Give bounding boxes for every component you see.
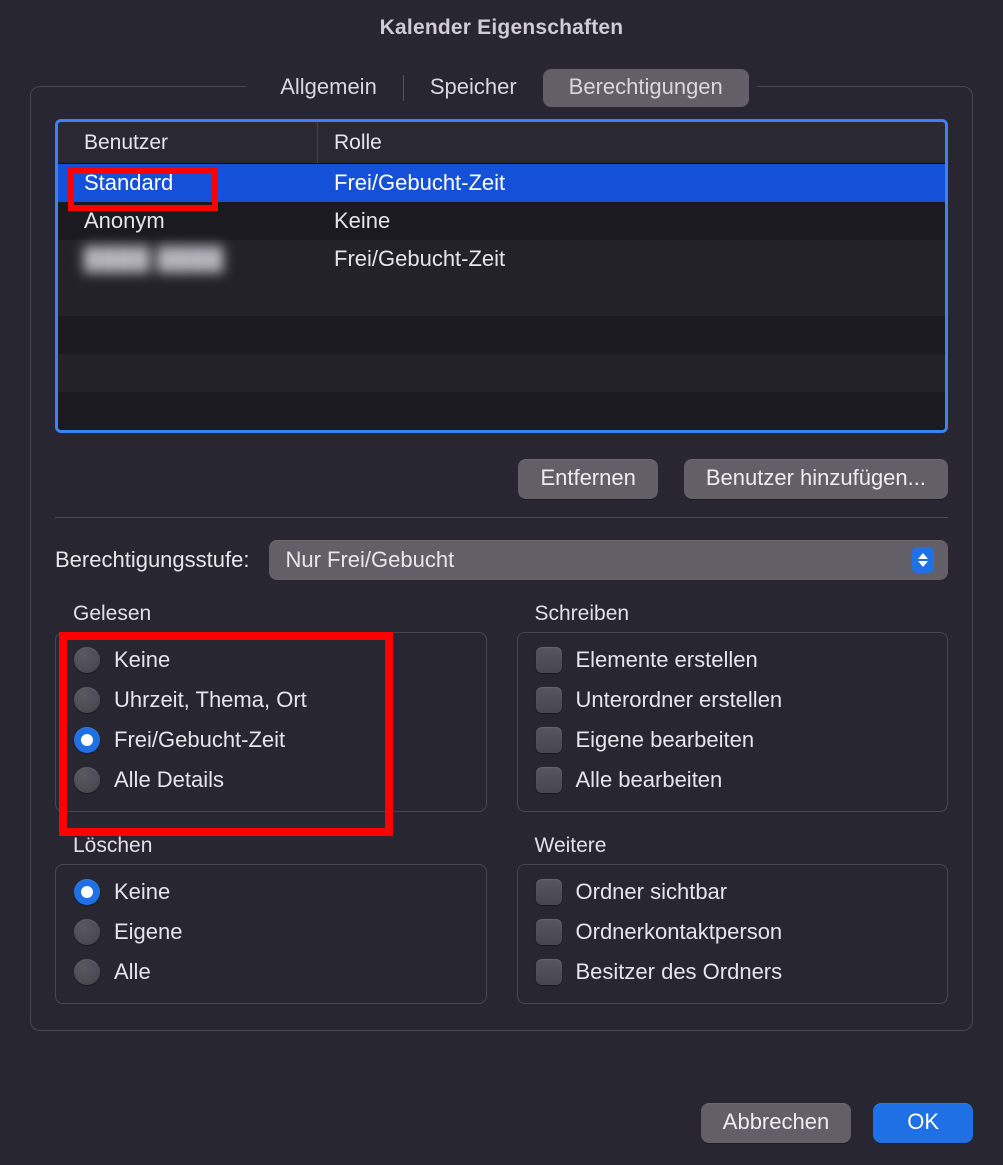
table-row[interactable] [58, 278, 945, 316]
tab-general[interactable]: Allgemein [254, 69, 403, 107]
cancel-button[interactable]: Abbrechen [701, 1103, 851, 1143]
check-create-items[interactable]: Elemente erstellen [536, 647, 932, 673]
group-other-title: Weitere [517, 834, 949, 858]
table-row[interactable]: Anonym Keine [58, 202, 945, 240]
option-label: Alle [114, 959, 151, 985]
radio-read-time-subject-location[interactable]: Uhrzeit, Thema, Ort [74, 687, 470, 713]
option-label: Elemente erstellen [576, 647, 758, 673]
check-edit-own[interactable]: Eigene bearbeiten [536, 727, 932, 753]
ok-button[interactable]: OK [873, 1103, 973, 1143]
checkbox-icon [536, 959, 562, 985]
group-read: Gelesen Keine Uhrzeit, Thema, Ort Frei/G… [55, 602, 487, 812]
table-row[interactable] [58, 354, 945, 392]
permission-level-select[interactable]: Nur Frei/Gebucht [269, 540, 948, 580]
radio-read-freebusy[interactable]: Frei/Gebucht-Zeit [74, 727, 470, 753]
group-delete: Löschen Keine Eigene Alle [55, 834, 487, 1004]
option-label: Ordner sichtbar [576, 879, 728, 905]
permission-level-value: Nur Frei/Gebucht [285, 547, 454, 573]
col-role-header: Rolle [318, 131, 945, 155]
table-row[interactable] [58, 392, 945, 430]
radio-icon [74, 647, 100, 673]
permissions-grid: Gelesen Keine Uhrzeit, Thema, Ort Frei/G… [55, 602, 948, 1004]
check-folder-owner[interactable]: Besitzer des Ordners [536, 959, 932, 985]
option-label: Eigene [114, 919, 183, 945]
checkbox-icon [536, 687, 562, 713]
option-label: Alle bearbeiten [576, 767, 723, 793]
radio-delete-none[interactable]: Keine [74, 879, 470, 905]
permission-level-row: Berechtigungsstufe: Nur Frei/Gebucht [55, 540, 948, 580]
radio-icon [74, 919, 100, 945]
remove-button[interactable]: Entfernen [518, 459, 657, 499]
chevron-up-down-icon [912, 547, 934, 573]
dialog-footer: Abbrechen OK [701, 1103, 973, 1143]
radio-read-none[interactable]: Keine [74, 647, 470, 673]
user-cell: Anonym [84, 208, 165, 233]
option-label: Alle Details [114, 767, 224, 793]
users-table[interactable]: Benutzer Rolle Standard Frei/Gebucht-Zei… [55, 119, 948, 433]
user-cell: Standard [84, 170, 173, 195]
radio-delete-all[interactable]: Alle [74, 959, 470, 985]
add-user-button[interactable]: Benutzer hinzufügen... [684, 459, 948, 499]
option-label: Unterordner erstellen [576, 687, 783, 713]
role-cell: Frei/Gebucht-Zeit [318, 170, 945, 196]
option-label: Frei/Gebucht-Zeit [114, 727, 285, 753]
group-other: Weitere Ordner sichtbar Ordnerkontaktper… [517, 834, 949, 1004]
radio-icon [74, 767, 100, 793]
check-edit-all[interactable]: Alle bearbeiten [536, 767, 932, 793]
table-row[interactable] [58, 316, 945, 354]
option-label: Uhrzeit, Thema, Ort [114, 687, 307, 713]
checkbox-icon [536, 879, 562, 905]
dialog-window: Kalender Eigenschaften Allgemein Speiche… [0, 0, 1003, 1165]
option-label: Eigene bearbeiten [576, 727, 755, 753]
group-write-title: Schreiben [517, 602, 949, 626]
option-label: Keine [114, 647, 170, 673]
checkbox-icon [536, 767, 562, 793]
checkbox-icon [536, 919, 562, 945]
permission-level-label: Berechtigungsstufe: [55, 547, 249, 573]
radio-read-all-details[interactable]: Alle Details [74, 767, 470, 793]
tab-permissions[interactable]: Berechtigungen [543, 69, 749, 107]
col-user-header: Benutzer [58, 122, 318, 163]
group-delete-title: Löschen [55, 834, 487, 858]
checkbox-icon [536, 727, 562, 753]
tab-bar: Allgemein Speicher Berechtigungen [246, 69, 757, 107]
option-label: Ordnerkontaktperson [576, 919, 783, 945]
check-create-subfolders[interactable]: Unterordner erstellen [536, 687, 932, 713]
radio-icon [74, 879, 100, 905]
role-cell: Frei/Gebucht-Zeit [318, 246, 945, 272]
group-read-title: Gelesen [55, 602, 487, 626]
panel-permissions: Allgemein Speicher Berechtigungen Benutz… [30, 86, 973, 1031]
option-label: Keine [114, 879, 170, 905]
check-folder-visible[interactable]: Ordner sichtbar [536, 879, 932, 905]
table-body: Standard Frei/Gebucht-Zeit Anonym Keine … [58, 164, 945, 430]
user-cell: ████ ████ [84, 246, 224, 271]
radio-delete-own[interactable]: Eigene [74, 919, 470, 945]
table-actions: Entfernen Benutzer hinzufügen... [55, 459, 948, 499]
checkbox-icon [536, 647, 562, 673]
role-cell: Keine [318, 208, 945, 234]
table-row[interactable]: Standard Frei/Gebucht-Zeit [58, 164, 945, 202]
tab-storage[interactable]: Speicher [404, 69, 543, 107]
section-divider [55, 517, 948, 518]
radio-icon [74, 687, 100, 713]
table-row[interactable]: ████ ████ Frei/Gebucht-Zeit [58, 240, 945, 278]
radio-icon [74, 959, 100, 985]
option-label: Besitzer des Ordners [576, 959, 783, 985]
table-header: Benutzer Rolle [58, 122, 945, 164]
group-write: Schreiben Elemente erstellen Unterordner… [517, 602, 949, 812]
dialog-title: Kalender Eigenschaften [0, 0, 1003, 56]
check-folder-contact[interactable]: Ordnerkontaktperson [536, 919, 932, 945]
radio-icon [74, 727, 100, 753]
